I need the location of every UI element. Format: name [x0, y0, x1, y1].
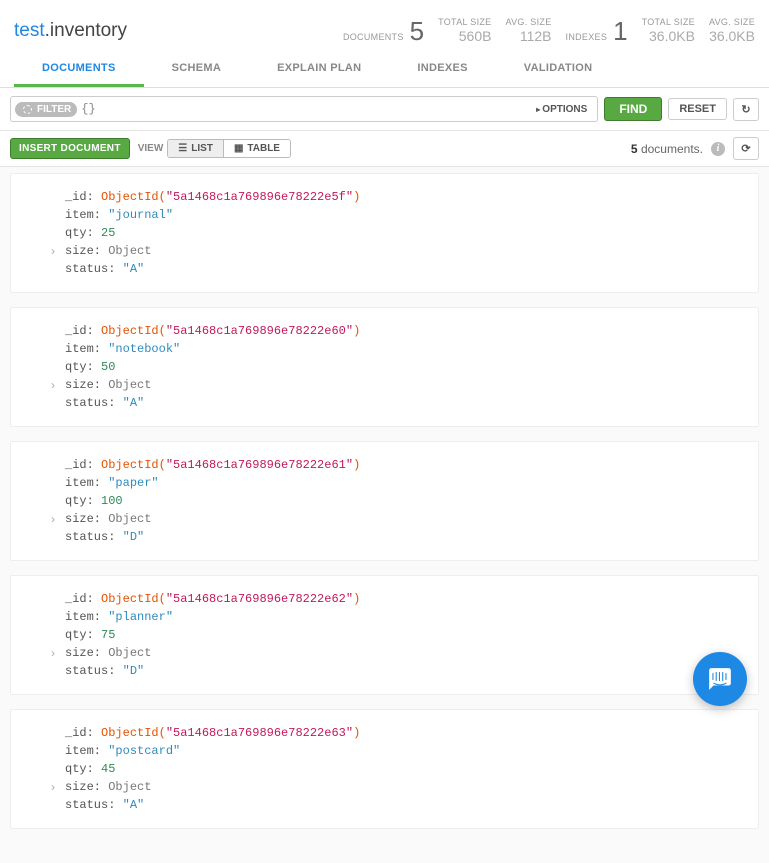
view-table-button[interactable]: ▦ TABLE: [223, 140, 290, 157]
collection-name: .inventory: [45, 20, 127, 41]
stat-indexes: INDEXES 1: [566, 18, 628, 44]
insert-document-button[interactable]: INSERT DOCUMENT: [10, 138, 130, 159]
document-field: _id: ObjectId("5a1468c1a769896e78222e61"…: [65, 456, 744, 474]
document-field: qty: 45: [65, 760, 744, 778]
document-field: item: "planner": [65, 608, 744, 626]
filter-bar: FILTER OPTIONS FIND RESET ↻: [0, 88, 769, 131]
namespace: test.inventory: [14, 20, 127, 42]
document-field: status: "A": [65, 260, 744, 278]
stat-doc-avg-size: AVG. SIZE 112B: [505, 18, 551, 44]
document-field: qty: 100: [65, 492, 744, 510]
tab-schema[interactable]: SCHEMA: [144, 52, 249, 87]
tab-documents[interactable]: DOCUMENTS: [14, 52, 144, 87]
document-field: _id: ObjectId("5a1468c1a769896e78222e63"…: [65, 724, 744, 742]
view-toggle: ☰ LIST ▦ TABLE: [167, 139, 291, 158]
document-card[interactable]: _id: ObjectId("5a1468c1a769896e78222e61"…: [10, 441, 759, 561]
db-name: test: [14, 20, 45, 41]
refresh-icon: ⟳: [741, 143, 750, 155]
document-field: _id: ObjectId("5a1468c1a769896e78222e60"…: [65, 322, 744, 340]
filter-input[interactable]: [77, 102, 530, 116]
document-field: status: "D": [65, 528, 744, 546]
history-icon: ↻: [741, 104, 750, 116]
filter-input-wrap: FILTER OPTIONS: [10, 96, 598, 122]
info-icon[interactable]: i: [711, 142, 725, 156]
history-button[interactable]: ↻: [733, 98, 759, 121]
document-field: qty: 50: [65, 358, 744, 376]
header: test.inventory DOCUMENTS 5 TOTAL SIZE 56…: [0, 0, 769, 52]
document-field: item: "postcard": [65, 742, 744, 760]
find-button[interactable]: FIND: [604, 97, 662, 121]
document-card[interactable]: _id: ObjectId("5a1468c1a769896e78222e60"…: [10, 307, 759, 427]
document-field: size: Object: [65, 778, 744, 796]
document-field: size: Object: [65, 376, 744, 394]
list-icon: ☰: [178, 143, 187, 154]
collection-tabs: DOCUMENTS SCHEMA EXPLAIN PLAN INDEXES VA…: [0, 52, 769, 88]
view-label: VIEW: [138, 143, 164, 154]
document-field: item: "paper": [65, 474, 744, 492]
tab-explain-plan[interactable]: EXPLAIN PLAN: [249, 52, 389, 87]
document-field: qty: 75: [65, 626, 744, 644]
intercom-fab[interactable]: [693, 652, 747, 706]
table-icon: ▦: [234, 143, 243, 154]
document-count: 5 documents.: [631, 142, 703, 156]
stat-documents: DOCUMENTS 5: [343, 18, 424, 44]
document-field: size: Object: [65, 510, 744, 528]
document-field: item: "notebook": [65, 340, 744, 358]
stat-doc-total-size: TOTAL SIZE 560B: [438, 18, 491, 44]
document-field: size: Object: [65, 242, 744, 260]
stat-idx-avg-size: AVG. SIZE 36.0KB: [709, 18, 755, 44]
document-field: status: "A": [65, 796, 744, 814]
document-field: item: "journal": [65, 206, 744, 224]
toolbar-right: 5 documents. i ⟳: [631, 137, 759, 160]
tab-validation[interactable]: VALIDATION: [496, 52, 621, 87]
document-card[interactable]: _id: ObjectId("5a1468c1a769896e78222e5f"…: [10, 173, 759, 293]
document-field: status: "D": [65, 662, 744, 680]
tab-indexes[interactable]: INDEXES: [389, 52, 495, 87]
document-field: size: Object: [65, 644, 744, 662]
document-field: _id: ObjectId("5a1468c1a769896e78222e62"…: [65, 590, 744, 608]
document-field: _id: ObjectId("5a1468c1a769896e78222e5f"…: [65, 188, 744, 206]
reset-button[interactable]: RESET: [668, 98, 727, 120]
document-list: _id: ObjectId("5a1468c1a769896e78222e5f"…: [0, 167, 769, 863]
header-stats: DOCUMENTS 5 TOTAL SIZE 560B AVG. SIZE 11…: [343, 18, 755, 44]
document-card[interactable]: _id: ObjectId("5a1468c1a769896e78222e63"…: [10, 709, 759, 829]
documents-toolbar: INSERT DOCUMENT VIEW ☰ LIST ▦ TABLE 5 do…: [0, 131, 769, 167]
document-field: status: "A": [65, 394, 744, 412]
filter-pill[interactable]: FILTER: [15, 102, 77, 117]
refresh-button[interactable]: ⟳: [733, 137, 759, 160]
document-field: qty: 25: [65, 224, 744, 242]
document-card[interactable]: _id: ObjectId("5a1468c1a769896e78222e62"…: [10, 575, 759, 695]
stat-idx-total-size: TOTAL SIZE 36.0KB: [642, 18, 695, 44]
view-list-button[interactable]: ☰ LIST: [168, 140, 223, 157]
options-button[interactable]: OPTIONS: [530, 101, 593, 118]
chat-icon: [707, 666, 733, 692]
